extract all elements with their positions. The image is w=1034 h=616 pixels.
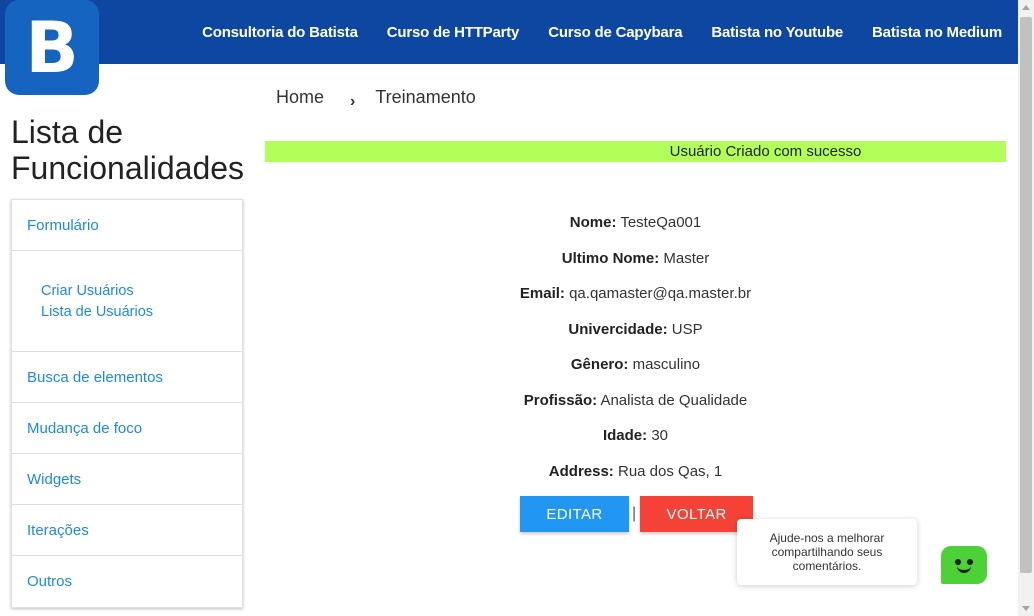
- nav-link-medium[interactable]: Batista no Medium: [872, 24, 1002, 41]
- detail-label: Ultimo Nome:: [561, 249, 660, 267]
- top-nav-links: Consultoria do Batista Curso de HTTParty…: [173, 0, 1002, 64]
- detail-label: Email:: [519, 285, 565, 302]
- detail-row-nome: Nome: TesteQa001: [265, 205, 1006, 241]
- chevron-right-icon: ›: [350, 92, 356, 110]
- user-details: Nome: TesteQa001 Ultimo Nome: Master Ema…: [265, 205, 1006, 489]
- detail-value: masculino: [632, 356, 701, 373]
- edit-button[interactable]: EDITAR: [520, 496, 629, 532]
- scroll-down-arrow-icon[interactable]: [1022, 606, 1030, 611]
- sidebar-item-iteracoes[interactable]: Iterações: [12, 505, 242, 556]
- detail-label: Univercidade:: [568, 320, 668, 338]
- nav-link-capybara[interactable]: Curso de Capybara: [548, 24, 682, 41]
- detail-value: USP: [671, 320, 703, 338]
- sidebar-item-formulario[interactable]: Formulário: [12, 200, 242, 251]
- nav-link-consultoria[interactable]: Consultoria do Batista: [202, 24, 358, 41]
- feedback-prompt[interactable]: Ajude-nos a melhorar compartilhando seus…: [737, 519, 917, 585]
- detail-value: Master: [663, 249, 710, 267]
- sidebar-submenu-formulario: Criar Usuários Lista de Usuários: [12, 251, 242, 352]
- detail-value: 30: [651, 427, 669, 444]
- detail-label: Address:: [548, 462, 614, 480]
- detail-label: Profissão:: [523, 391, 598, 409]
- site-logo[interactable]: B: [5, 0, 99, 95]
- bot-eye-icon: [967, 559, 973, 565]
- detail-value: TesteQa001: [620, 214, 702, 231]
- sidebar-item-criar-usuarios[interactable]: Criar Usuários: [41, 281, 242, 302]
- detail-row-email: Email: qa.qamaster@qa.master.br: [265, 276, 1006, 312]
- breadcrumb: Home › Treinamento: [276, 87, 476, 110]
- detail-row-idade: Idade: 30: [265, 418, 1006, 454]
- sidebar-item-widgets[interactable]: Widgets: [12, 454, 242, 505]
- detail-row-address: Address: Rua dos Qas, 1: [265, 454, 1006, 490]
- detail-row-genero: Gênero: masculino: [265, 347, 1006, 383]
- button-separator: |: [632, 505, 637, 522]
- sidebar-item-lista-usuarios[interactable]: Lista de Usuários: [41, 302, 242, 323]
- sidebar-title: Lista de Funcionalidades: [11, 114, 244, 186]
- logo-letter: B: [25, 6, 79, 89]
- sidebar-menu: Formulário Criar Usuários Lista de Usuár…: [11, 199, 243, 608]
- chatbot-launcher-icon[interactable]: [941, 546, 987, 584]
- detail-value: qa.qamaster@qa.master.br: [569, 285, 752, 302]
- detail-label: Gênero:: [570, 356, 629, 373]
- top-navbar: Consultoria do Batista Curso de HTTParty…: [0, 0, 1018, 64]
- bot-smile-icon: [957, 566, 971, 573]
- bot-eye-icon: [955, 559, 961, 565]
- action-buttons: EDITAR | VOLTAR: [520, 496, 754, 532]
- nav-link-youtube[interactable]: Batista no Youtube: [711, 24, 843, 41]
- page-scrollbar[interactable]: [1018, 0, 1034, 616]
- detail-row-univercidade: Univercidade: USP: [265, 312, 1006, 348]
- detail-row-profissao: Profissão: Analista de Qualidade: [265, 383, 1006, 419]
- sidebar-item-busca-elementos[interactable]: Busca de elementos: [12, 352, 242, 403]
- scroll-up-arrow-icon[interactable]: [1022, 5, 1030, 10]
- detail-label: Nome:: [569, 214, 617, 231]
- detail-label: Idade:: [602, 427, 648, 444]
- success-toast: Usuário Criado com sucesso: [265, 141, 1006, 162]
- nav-link-httparty[interactable]: Curso de HTTParty: [387, 24, 520, 41]
- breadcrumb-current: Treinamento: [375, 87, 476, 107]
- breadcrumb-home[interactable]: Home: [276, 87, 324, 108]
- sidebar-title-line2: Funcionalidades: [11, 150, 245, 186]
- detail-value: Analista de Qualidade: [600, 391, 748, 409]
- detail-row-ultimo-nome: Ultimo Nome: Master: [265, 241, 1006, 277]
- sidebar-item-mudanca-foco[interactable]: Mudança de foco: [12, 403, 242, 454]
- sidebar-title-line1: Lista de: [11, 114, 124, 150]
- sidebar-item-outros[interactable]: Outros: [12, 556, 242, 607]
- scrollbar-thumb[interactable]: [1020, 17, 1032, 573]
- detail-value: Rua dos Qas, 1: [617, 462, 723, 480]
